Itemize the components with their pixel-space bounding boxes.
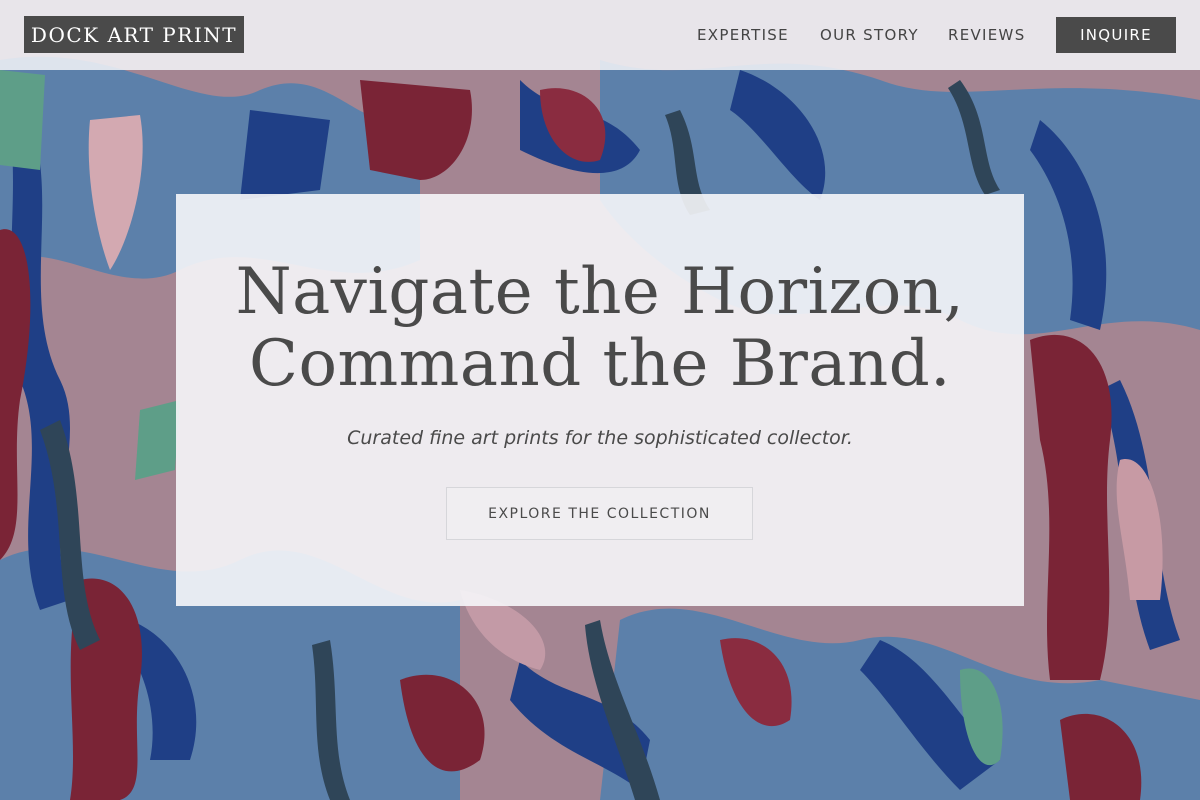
hero-headline: Navigate the Horizon, Command the Brand. <box>176 256 1024 400</box>
hero-card: Navigate the Horizon, Command the Brand.… <box>176 194 1024 606</box>
hero-tagline: Curated fine art prints for the sophisti… <box>347 427 853 449</box>
nav-link-expertise[interactable]: EXPERTISE <box>697 25 789 45</box>
nav-link-reviews[interactable]: REVIEWS <box>948 25 1026 45</box>
logo-home-link[interactable]: DOCK ART PRINT <box>24 16 244 53</box>
nav-link-our-story[interactable]: OUR STORY <box>820 25 919 45</box>
inquire-button[interactable]: INQUIRE <box>1056 17 1176 53</box>
explore-collection-button[interactable]: EXPLORE THE COLLECTION <box>446 487 753 540</box>
site-header: DOCK ART PRINT EXPERTISE OUR STORY REVIE… <box>0 0 1200 70</box>
hero-headline-line-2: Command the Brand. <box>248 327 952 401</box>
hero-headline-line-1: Navigate the Horizon, <box>235 255 965 329</box>
